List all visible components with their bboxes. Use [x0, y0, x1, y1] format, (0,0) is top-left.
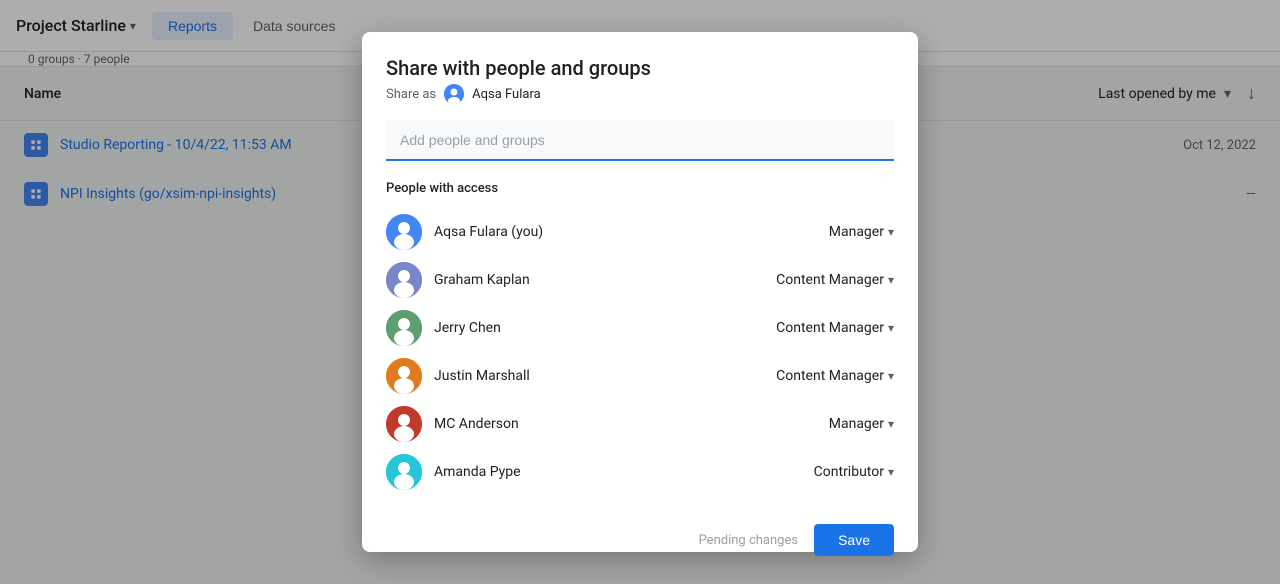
- role-chevron-2: ▾: [888, 321, 894, 335]
- person-row-0: Aqsa Fulara (you) Manager ▾: [386, 208, 894, 256]
- role-select-2[interactable]: Content Manager ▾: [776, 320, 894, 336]
- person-name-0: Aqsa Fulara (you): [434, 224, 817, 240]
- avatar-graham: [386, 262, 422, 298]
- role-chevron-0: ▾: [888, 225, 894, 239]
- people-with-access-label: People with access: [386, 181, 894, 196]
- person-name-1: Graham Kaplan: [434, 272, 764, 288]
- role-select-0[interactable]: Manager ▾: [829, 224, 894, 240]
- add-people-input-wrap[interactable]: [386, 120, 894, 161]
- share-as-row: Share as Aqsa Fulara: [386, 84, 894, 104]
- save-button[interactable]: Save: [814, 524, 894, 556]
- role-select-4[interactable]: Manager ▾: [829, 416, 894, 432]
- role-select-3[interactable]: Content Manager ▾: [776, 368, 894, 384]
- person-name-2: Jerry Chen: [434, 320, 764, 336]
- role-label-1: Content Manager: [776, 272, 884, 288]
- avatar-amanda: [386, 454, 422, 490]
- role-label-0: Manager: [829, 224, 884, 240]
- modal-title: Share with people and groups: [386, 56, 894, 80]
- role-chevron-5: ▾: [888, 465, 894, 479]
- role-select-1[interactable]: Content Manager ▾: [776, 272, 894, 288]
- role-label-5: Contributor: [814, 464, 884, 480]
- role-select-5[interactable]: Contributor ▾: [814, 464, 894, 480]
- role-label-2: Content Manager: [776, 320, 884, 336]
- role-chevron-3: ▾: [888, 369, 894, 383]
- share-as-label: Share as: [386, 87, 436, 102]
- people-list: Aqsa Fulara (you) Manager ▾ Graham Kapla…: [386, 208, 894, 496]
- person-row-5: Amanda Pype Contributor ▾: [386, 448, 894, 496]
- add-people-input[interactable]: [400, 132, 880, 148]
- role-chevron-4: ▾: [888, 417, 894, 431]
- role-chevron-1: ▾: [888, 273, 894, 287]
- modal-overlay: Share with people and groups Share as Aq…: [0, 0, 1280, 584]
- share-modal: Share with people and groups Share as Aq…: [362, 32, 918, 552]
- person-row-2: Jerry Chen Content Manager ▾: [386, 304, 894, 352]
- person-row-1: Graham Kaplan Content Manager ▾: [386, 256, 894, 304]
- person-row-4: MC Anderson Manager ▾: [386, 400, 894, 448]
- share-as-name: Aqsa Fulara: [472, 87, 541, 102]
- person-name-4: MC Anderson: [434, 416, 817, 432]
- avatar-mc: [386, 406, 422, 442]
- person-name-3: Justin Marshall: [434, 368, 764, 384]
- modal-footer: Pending changes Save: [386, 516, 894, 556]
- role-label-3: Content Manager: [776, 368, 884, 384]
- share-as-avatar: [444, 84, 464, 104]
- person-name-5: Amanda Pype: [434, 464, 802, 480]
- avatar-justin: [386, 358, 422, 394]
- avatar-jerry: [386, 310, 422, 346]
- avatar-aqsa: [386, 214, 422, 250]
- person-row-3: Justin Marshall Content Manager ▾: [386, 352, 894, 400]
- pending-label: Pending changes: [699, 533, 799, 548]
- role-label-4: Manager: [829, 416, 884, 432]
